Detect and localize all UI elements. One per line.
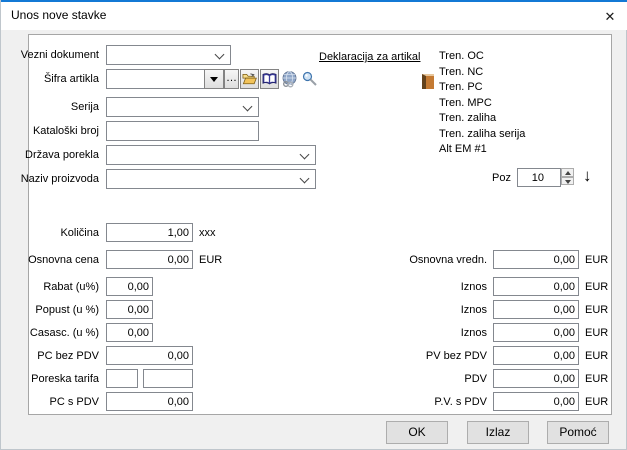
chevron-down-icon (243, 102, 253, 112)
currency-label: EUR (585, 372, 608, 386)
poz-spinner[interactable] (561, 168, 574, 185)
dropdown-triangle-icon (210, 77, 218, 82)
iznos-2-input[interactable] (493, 300, 579, 319)
alt-em-label: Alt EM #1 (439, 142, 589, 152)
label-poreska-tarifa: Poreska tarifa (31, 372, 99, 386)
sifra-dropdown-button[interactable] (204, 69, 224, 89)
label-osnovna-vredn: Osnovna vredn. (409, 253, 487, 267)
poreska-tarifa-code-input[interactable] (106, 369, 138, 388)
label-iznos-1: Iznos (461, 280, 487, 294)
pdv-input[interactable] (493, 369, 579, 388)
label-kolicina: Količina (60, 226, 99, 240)
label-pv-bez-pdv: PV bez PDV (426, 349, 487, 363)
poreska-tarifa-name-input[interactable] (143, 369, 193, 388)
label-pc-s-pdv: PC s PDV (49, 395, 99, 409)
osnovna-cena-input[interactable] (106, 250, 193, 269)
tren-nc-label: Tren. NC (439, 65, 589, 81)
label-vezni-dokument: Vezni dokument (21, 48, 99, 62)
currency-label: EUR (585, 253, 608, 267)
label-drzava-porekla: Država porekla (25, 148, 99, 162)
book-icon (262, 72, 277, 86)
open-folder-icon (242, 72, 257, 86)
pv-s-pdv-input[interactable] (493, 392, 579, 411)
kolicina-input[interactable] (106, 223, 193, 242)
currency-label: EUR (585, 349, 608, 363)
magnifier-icon[interactable] (302, 71, 318, 87)
popust-input[interactable] (106, 300, 153, 319)
label-serija: Serija (71, 100, 99, 114)
sifra-artikla-input[interactable] (106, 69, 205, 89)
spinner-down-icon[interactable] (561, 177, 574, 186)
window-title: Unos nove stavke (11, 8, 106, 22)
iznos-1-input[interactable] (493, 277, 579, 296)
currency-label: EUR (585, 303, 608, 317)
rabat-input[interactable] (106, 277, 153, 296)
tren-zaliha-label: Tren. zaliha (439, 111, 589, 127)
label-casasc: Casasc. (u %) (30, 326, 99, 340)
naziv-proizvoda-combobox[interactable] (106, 169, 316, 189)
casasc-input[interactable] (106, 323, 153, 342)
label-pdv: PDV (464, 372, 487, 386)
label-sifra-artikla: Šifra artikla (44, 72, 99, 86)
move-down-arrow-icon[interactable]: ↓ (583, 166, 592, 186)
poz-input[interactable] (517, 168, 561, 187)
brown-book-icon (422, 74, 434, 89)
vezni-dokument-combobox[interactable] (106, 45, 231, 65)
chevron-down-icon (300, 150, 310, 160)
tren-oc-label: Tren. OC (439, 49, 589, 65)
currency-label: EUR (585, 280, 608, 294)
label-rabat: Rabat (u%) (43, 280, 99, 294)
pv-bez-pdv-input[interactable] (493, 346, 579, 365)
currency-label: EUR (585, 326, 608, 340)
close-icon[interactable]: ✕ (597, 5, 623, 28)
book-button[interactable] (260, 69, 279, 89)
kolicina-unit-label: xxx (199, 226, 216, 240)
drzava-porekla-combobox[interactable] (106, 145, 316, 165)
label-kataloski-broj: Kataloški broj (33, 124, 99, 138)
label-iznos-3: Iznos (461, 326, 487, 340)
pc-bez-pdv-input[interactable] (106, 346, 193, 365)
label-pv-s-pdv: P.V. s PDV (434, 395, 487, 409)
tren-labels-list: Tren. OC Tren. NC Tren. PC Tren. MPC Tre… (439, 49, 589, 152)
title-bar[interactable]: Unos nove stavke ✕ (1, 2, 627, 30)
sifra-ellipsis-button[interactable]: … (224, 69, 239, 89)
help-button[interactable]: Pomoć (547, 421, 609, 444)
label-osnovna-cena: Osnovna cena (28, 253, 99, 267)
label-poz: Poz (492, 171, 511, 185)
tren-zaliha-serija-label: Tren. zaliha serija (439, 127, 589, 143)
open-folder-button[interactable] (240, 69, 259, 89)
chevron-down-icon (215, 50, 225, 60)
tren-pc-label: Tren. PC (439, 80, 589, 96)
ok-button[interactable]: OK (386, 421, 448, 444)
pc-s-pdv-input[interactable] (106, 392, 193, 411)
serija-combobox[interactable] (106, 97, 259, 117)
tren-mpc-label: Tren. MPC (439, 96, 589, 112)
spinner-up-icon[interactable] (561, 168, 574, 177)
deklaracija-link[interactable]: Deklaracija za artikal (319, 51, 420, 63)
osnovna-cena-currency-label: EUR (199, 253, 222, 267)
label-popust: Popust (u %) (35, 303, 99, 317)
exit-button[interactable]: Izlaz (467, 421, 529, 444)
kataloski-broj-input[interactable] (106, 121, 259, 141)
osnovna-vredn-input[interactable] (493, 250, 579, 269)
iznos-3-input[interactable] (493, 323, 579, 342)
chevron-down-icon (300, 174, 310, 184)
dialog-unos-nove-stavke: Unos nove stavke ✕ Vezni dokument Šifra … (0, 0, 627, 450)
globe-link-icon[interactable] (281, 70, 299, 88)
label-naziv-proizvoda: Naziv proizvoda (21, 172, 99, 186)
currency-label: EUR (585, 395, 608, 409)
label-iznos-2: Iznos (461, 303, 487, 317)
label-pc-bez-pdv: PC bez PDV (37, 349, 99, 363)
